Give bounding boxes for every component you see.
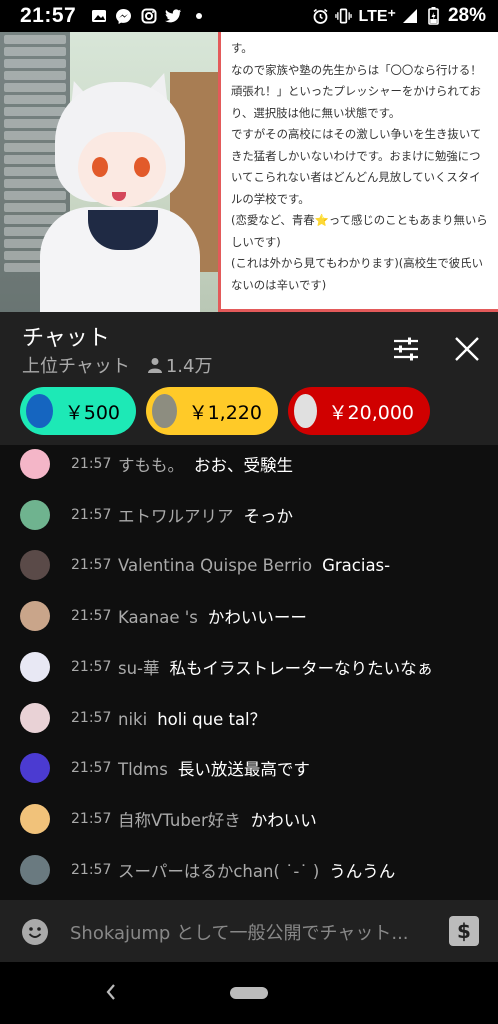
message-text: おお、受験生: [194, 456, 293, 475]
chat-mode-selector[interactable]: 上位チャット 1.4万: [22, 352, 212, 378]
message-text: 私もイラストレーターなりたいなぁ: [169, 659, 434, 678]
chat-message-list[interactable]: 21:57 すもも。 おお、受験生 21:57 エトワルアリア そっか 21:57 …: [0, 445, 498, 900]
author-avatar[interactable]: [20, 855, 50, 885]
emoji-icon[interactable]: [22, 919, 48, 945]
message-text: Gracias-: [322, 555, 391, 575]
twitter-icon: [165, 8, 182, 25]
back-icon[interactable]: [103, 982, 119, 1002]
super-chat-amount: ￥20,000: [328, 401, 414, 424]
author-name[interactable]: 自称VTuber好き: [118, 811, 241, 830]
author-avatar[interactable]: [20, 652, 50, 682]
message-text: そっか: [243, 507, 294, 526]
chat-message[interactable]: 21:57 Kaanae 's かわいいーー: [0, 591, 498, 641]
super-chat-ticker-item[interactable]: ￥20,000: [288, 387, 430, 435]
super-chat-dollar-icon[interactable]: $: [449, 916, 479, 946]
author-name[interactable]: すもも。: [118, 456, 184, 475]
author-name[interactable]: Valentina Quispe Berrio: [118, 556, 312, 575]
paper-text: す。 なので家族や塾の先生からは「〇〇なら行ける！頑張れ！」といったプレッシャー…: [231, 41, 488, 292]
super-chat-ticker: ￥500 ￥1,220 ￥20,000: [20, 387, 430, 435]
author-avatar[interactable]: [20, 804, 50, 834]
author-name[interactable]: niki: [118, 710, 147, 729]
author-avatar[interactable]: [20, 550, 50, 580]
avatar-eye-right: [134, 157, 150, 177]
author-name[interactable]: スーパーはるかchan( ˙-˙ ): [118, 862, 319, 881]
settings-sliders-icon[interactable]: [392, 336, 420, 362]
dot-icon: [190, 8, 207, 25]
chat-message[interactable]: 21:57 Valentina Quispe Berrio Gracias-: [0, 540, 498, 590]
battery-icon: [425, 7, 442, 25]
chat-message[interactable]: 21:57 Tldms 長い放送最高です: [0, 743, 498, 793]
signal-icon: [402, 8, 419, 25]
status-right: LTE⁺ 28%: [312, 5, 486, 27]
message-text: かわいいーー: [207, 608, 307, 627]
message-time: 21:57: [71, 710, 112, 726]
author-avatar[interactable]: [20, 703, 50, 733]
donor-avatar: [152, 394, 177, 428]
chat-title: チャット: [22, 326, 110, 351]
instagram-icon: [140, 8, 157, 25]
viewer-count: 1.4万: [147, 352, 213, 378]
messenger-icon: [115, 8, 132, 25]
viewer-count-value: 1.4万: [165, 356, 213, 377]
chat-message[interactable]: 21:57 すもも。 おお、受験生: [0, 439, 498, 489]
gallery-icon: [90, 8, 107, 25]
message-time: 21:57: [71, 608, 112, 624]
message-text: 長い放送最高です: [177, 760, 310, 779]
chat-message[interactable]: 21:57 エトワルアリア そっか: [0, 490, 498, 540]
chat-input[interactable]: Shokajump として一般公開でチャット...: [70, 919, 409, 945]
author-name[interactable]: su-華: [118, 659, 160, 678]
super-chat-ticker-item[interactable]: ￥1,220: [146, 387, 278, 435]
author-avatar[interactable]: [20, 449, 50, 479]
stream-scene: [0, 32, 218, 312]
author-avatar[interactable]: [20, 753, 50, 783]
super-chat-amount: ￥1,220: [188, 401, 262, 424]
chat-message[interactable]: 21:57 自称VTuber好き かわいい: [0, 794, 498, 844]
person-icon: [147, 357, 162, 373]
chat-message[interactable]: 21:57 スーパーはるかchan( ˙-˙ ) うんうん: [0, 845, 498, 895]
vibrate-icon: [335, 8, 353, 25]
author-name[interactable]: エトワルアリア: [118, 507, 234, 526]
donor-avatar: [294, 394, 317, 428]
chat-message[interactable]: 21:57 su-華 私もイラストレーターなりたいなぁ: [0, 642, 498, 692]
home-pill[interactable]: [230, 987, 268, 999]
network-type: LTE⁺: [358, 8, 396, 25]
message-time: 21:57: [71, 507, 112, 523]
message-time: 21:57: [71, 811, 112, 827]
super-chat-ticker-item[interactable]: ￥500: [20, 387, 136, 435]
alarm-icon: [312, 8, 329, 25]
notification-icons: [90, 8, 207, 25]
message-time: 21:57: [71, 456, 112, 472]
author-avatar[interactable]: [20, 601, 50, 631]
message-time: 21:57: [71, 557, 112, 573]
status-time: 21:57: [20, 4, 77, 27]
message-time: 21:57: [71, 862, 112, 878]
stream-text-panel: す。 なので家族や塾の先生からは「〇〇なら行ける！頑張れ！」といったプレッシャー…: [218, 32, 498, 312]
author-name[interactable]: Kaanae 's: [118, 608, 198, 627]
message-time: 21:57: [71, 659, 112, 675]
chat-message[interactable]: 21:57 niki holi que tal？: [0, 693, 498, 743]
close-icon[interactable]: [454, 336, 480, 362]
donor-avatar: [26, 394, 53, 428]
system-nav-bar: [0, 962, 498, 1024]
chat-mode-label: 上位チャット: [22, 356, 130, 377]
message-time: 21:57: [71, 760, 112, 776]
video-player[interactable]: す。 なので家族や塾の先生からは「〇〇なら行ける！頑張れ！」といったプレッシャー…: [0, 32, 498, 312]
author-avatar[interactable]: [20, 500, 50, 530]
chat-input-bar: Shokajump として一般公開でチャット... $: [0, 900, 498, 962]
message-text: かわいい: [250, 811, 317, 830]
super-chat-amount: ￥500: [64, 401, 120, 424]
status-bar: 21:57 LTE⁺ 28%: [0, 0, 498, 32]
message-text: うんうん: [329, 862, 396, 881]
chat-header: チャット 上位チャット 1.4万 ￥500 ￥1,220 ￥20,000: [0, 312, 498, 445]
author-name[interactable]: Tldms: [118, 760, 168, 779]
message-text: holi que tal？: [157, 710, 267, 729]
avatar-eye-left: [92, 157, 108, 177]
battery-percent: 28%: [447, 5, 486, 26]
